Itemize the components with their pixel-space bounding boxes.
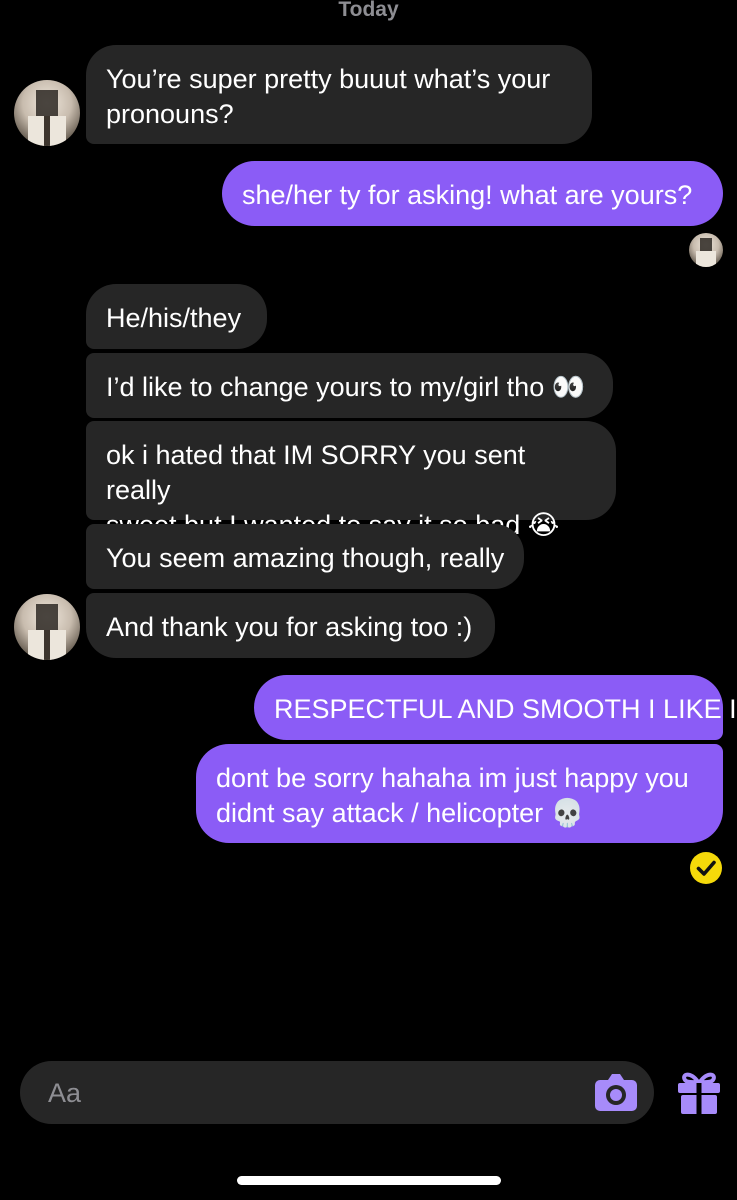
contact-avatar[interactable] xyxy=(14,594,80,660)
message-composer xyxy=(20,1061,654,1124)
date-divider: Today xyxy=(338,0,399,21)
message-bubble[interactable]: she/her ty for asking! what are yours? xyxy=(222,161,723,226)
camera-icon[interactable] xyxy=(594,1071,638,1113)
message-bubble[interactable]: And thank you for asking too :) xyxy=(86,593,495,658)
check-circle-icon xyxy=(690,852,722,884)
message-bubble[interactable]: I’d like to change yours to my/girl tho … xyxy=(86,353,613,418)
message-bubble[interactable]: dont be sorry hahaha im just happy you d… xyxy=(196,744,723,843)
message-bubble[interactable]: You seem amazing though, really xyxy=(86,524,524,589)
contact-avatar[interactable] xyxy=(14,80,80,146)
message-bubble[interactable]: ok i hated that IM SORRY you sent really… xyxy=(86,421,616,540)
home-indicator[interactable] xyxy=(237,1176,501,1185)
message-bubble[interactable]: He/his/they xyxy=(86,284,267,349)
read-receipt-avatar xyxy=(689,233,723,267)
chat-screen: Today You’re super pretty buuut what’s y… xyxy=(0,0,737,1200)
message-input[interactable] xyxy=(48,1075,568,1111)
message-bubble[interactable]: RESPECTFUL AND SMOOTH I LIKE IT xyxy=(254,675,737,740)
message-bubble[interactable]: You’re super pretty buuut what’s your pr… xyxy=(86,45,592,144)
gift-icon[interactable] xyxy=(677,1069,721,1115)
